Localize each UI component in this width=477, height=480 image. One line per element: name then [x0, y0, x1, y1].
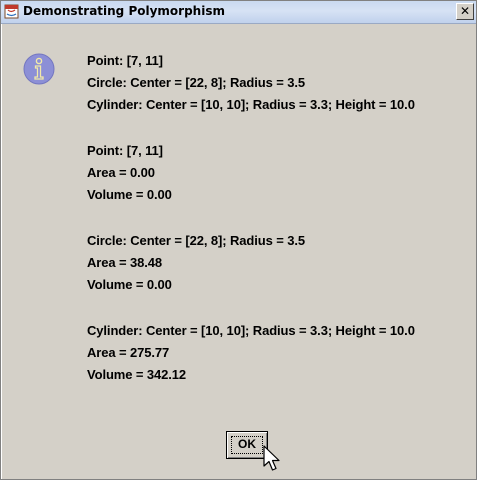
message-line: Circle: Center = [22, 8]; Radius = 3.5 [87, 233, 306, 248]
close-button[interactable]: ✕ [456, 3, 474, 20]
message-line: Volume = 0.00 [87, 187, 172, 202]
mouse-pointer-icon [263, 445, 280, 471]
close-icon: ✕ [459, 4, 471, 18]
java-window-icon [4, 4, 19, 19]
message-line: Area = 0.00 [87, 165, 155, 180]
title-bar[interactable]: Demonstrating Polymorphism ✕ [1, 1, 476, 24]
message-line: Circle: Center = [22, 8]; Radius = 3.5 [87, 75, 306, 90]
message-line: Point: [7, 11] [87, 53, 163, 68]
dialog-window: Demonstrating Polymorphism ✕ Point: [7, … [0, 0, 477, 480]
window-title: Demonstrating Polymorphism [23, 4, 225, 18]
ok-button[interactable]: OK [226, 431, 268, 459]
focus-indicator [231, 436, 263, 454]
message-line: Volume = 342.12 [87, 367, 187, 382]
information-icon [23, 53, 55, 85]
message-line: Area = 275.77 [87, 345, 170, 360]
message-line: Volume = 0.00 [87, 277, 172, 292]
message-line: Cylinder: Center = [10, 10]; Radius = 3.… [87, 323, 415, 338]
message-line: Point: [7, 11] [87, 143, 163, 158]
message-line: Cylinder: Center = [10, 10]; Radius = 3.… [87, 97, 415, 112]
message-line: Area = 38.48 [87, 255, 163, 270]
